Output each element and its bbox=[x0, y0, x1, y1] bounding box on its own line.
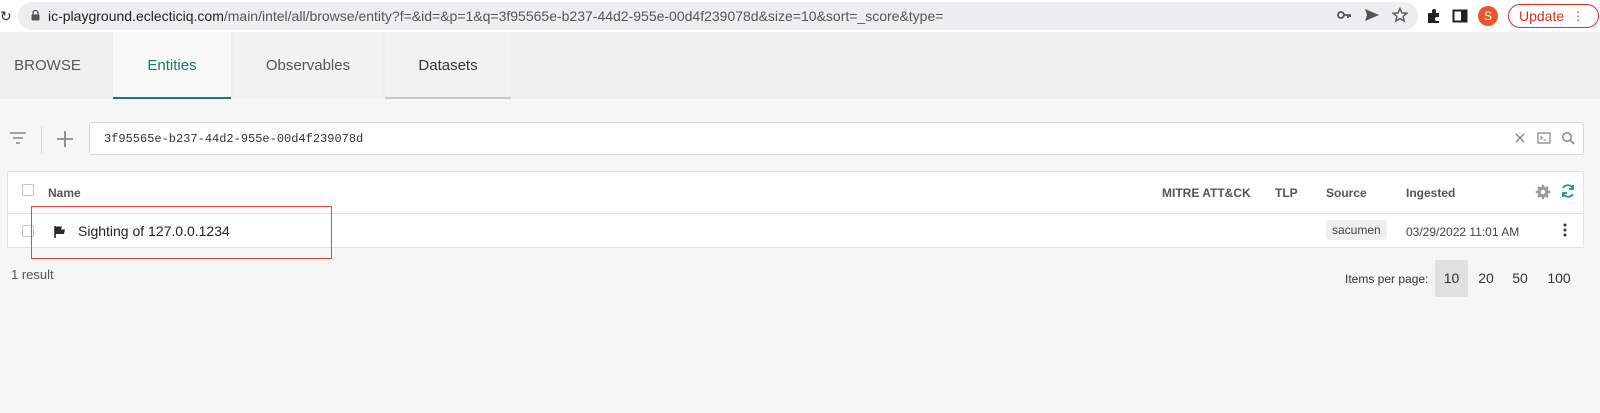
key-icon[interactable] bbox=[1336, 7, 1352, 23]
update-label: Update bbox=[1519, 8, 1565, 24]
browse-tabs: BROWSE Entities Observables Datasets bbox=[0, 32, 1600, 99]
search-icon[interactable] bbox=[1561, 131, 1575, 145]
more-icon: ⋮ bbox=[1572, 9, 1585, 23]
divider bbox=[41, 127, 42, 153]
tab-browse: BROWSE bbox=[14, 57, 81, 74]
page-size-20[interactable]: 20 bbox=[1471, 260, 1501, 297]
row-actions-icon[interactable] bbox=[1563, 223, 1567, 237]
profile-avatar[interactable]: S bbox=[1478, 6, 1498, 26]
page-size-50[interactable]: 50 bbox=[1505, 260, 1535, 297]
tab-datasets[interactable]: Datasets bbox=[385, 32, 511, 99]
star-icon[interactable] bbox=[1392, 7, 1408, 23]
lock-icon bbox=[31, 10, 40, 21]
url-host: ic-playground.eclecticiq.com bbox=[48, 8, 224, 24]
plus-icon[interactable] bbox=[56, 130, 74, 148]
search-input[interactable]: 3f95565e-b237-44d2-955e-00d4f239078d bbox=[89, 122, 1584, 155]
tab-observables[interactable]: Observables bbox=[234, 32, 382, 99]
extensions-icon[interactable] bbox=[1426, 8, 1442, 24]
refresh-icon[interactable] bbox=[1560, 183, 1576, 199]
column-mitre[interactable]: MITRE ATT&CK bbox=[1162, 186, 1251, 200]
url-path: /main/intel/all/browse/entity?f=&id=&p=1… bbox=[223, 8, 944, 24]
reload-icon[interactable]: ↻ bbox=[0, 8, 12, 25]
column-name[interactable]: Name bbox=[48, 186, 81, 200]
settings-icon[interactable] bbox=[1535, 184, 1551, 200]
column-tlp[interactable]: TLP bbox=[1275, 186, 1298, 200]
tab-entities[interactable]: Entities bbox=[113, 32, 231, 99]
update-button[interactable]: Update ⋮ bbox=[1508, 4, 1600, 28]
page-size-100[interactable]: 100 bbox=[1539, 260, 1579, 297]
row-checkbox[interactable] bbox=[22, 225, 34, 237]
search-value: 3f95565e-b237-44d2-955e-00d4f239078d bbox=[104, 132, 364, 146]
filter-icon[interactable] bbox=[9, 130, 27, 146]
clear-icon[interactable] bbox=[1513, 131, 1527, 145]
entity-name-link[interactable]: Sighting of 127.0.0.1234 bbox=[78, 223, 230, 239]
items-per-page-label: Items per page: bbox=[1345, 272, 1429, 286]
results-table: Name MITRE ATT&CK TLP Source Ingested Si… bbox=[7, 171, 1584, 248]
send-icon[interactable] bbox=[1364, 7, 1380, 23]
url-text: ic-playground.eclecticiq.com/main/intel/… bbox=[48, 8, 943, 24]
address-bar[interactable]: ic-playground.eclecticiq.com/main/intel/… bbox=[18, 2, 1418, 30]
result-count: 1 result bbox=[11, 267, 54, 282]
console-icon[interactable] bbox=[1537, 131, 1551, 145]
browser-chrome: ↻ ic-playground.eclecticiq.com/main/inte… bbox=[0, 0, 1600, 32]
table-header: Name MITRE ATT&CK TLP Source Ingested bbox=[8, 172, 1583, 214]
flag-icon bbox=[54, 226, 65, 238]
ingested-date: 03/29/2022 11:01 AM bbox=[1406, 225, 1520, 239]
select-all-checkbox[interactable] bbox=[22, 184, 34, 196]
side-panel-icon[interactable] bbox=[1452, 8, 1468, 24]
source-badge: sacumen bbox=[1326, 220, 1387, 240]
column-ingested[interactable]: Ingested bbox=[1406, 186, 1455, 200]
column-source[interactable]: Source bbox=[1326, 186, 1367, 200]
table-row[interactable]: Sighting of 127.0.0.1234 sacumen 03/29/2… bbox=[8, 214, 1583, 248]
page-size-10[interactable]: 10 bbox=[1435, 260, 1468, 297]
